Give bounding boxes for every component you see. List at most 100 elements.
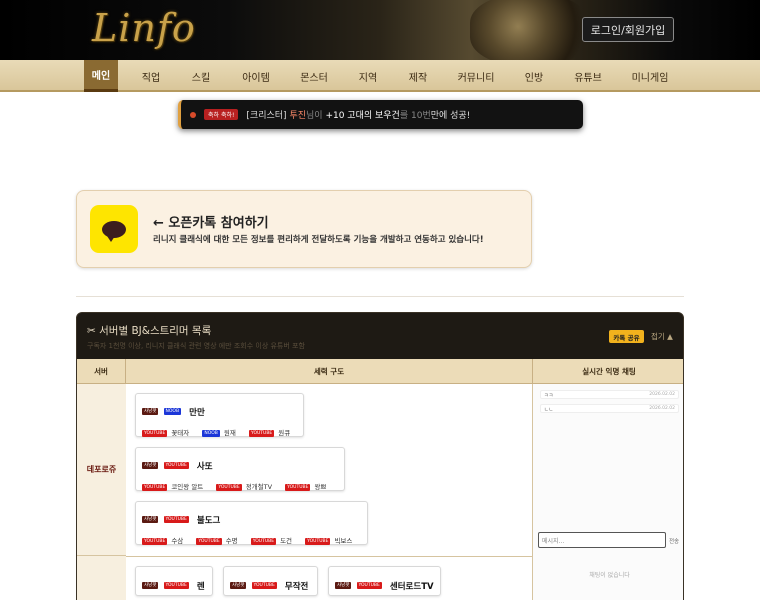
tag-badge: 사냥팟 xyxy=(142,516,159,523)
faction-member[interactable]: YOUTUBE 코인왕 알트 xyxy=(142,481,203,491)
faction-leader[interactable]: 무작전 xyxy=(285,582,308,592)
chat-send-button[interactable]: 전송 xyxy=(669,537,679,545)
chat-message-text: ㄴㄴ xyxy=(544,407,554,413)
member-name: 왕쁘 xyxy=(314,483,327,491)
member-name: 빅보스 xyxy=(334,537,353,545)
tag-badge: YOUTUBE xyxy=(196,537,222,545)
server-name: 데포로쥬 xyxy=(77,384,126,556)
nav-item-class[interactable]: 직업 xyxy=(134,60,168,92)
nav-item-youtube[interactable]: 유튜브 xyxy=(568,60,608,92)
tag-badge: 사냥팟 xyxy=(142,462,159,469)
faction-leader[interactable]: 센터로드TV xyxy=(390,582,434,592)
openchat-card[interactable]: ← 오픈카톡 참여하기 리니지 클래식에 대한 모든 정보를 편리하게 전달하도… xyxy=(76,190,532,268)
faction-member[interactable]: YOUTUBE 정개철TV xyxy=(216,481,272,491)
nav-item-minigame[interactable]: 미니게임 xyxy=(626,60,674,92)
member-name: 정개철TV xyxy=(245,483,273,491)
faction-card: 사냥팟 YOUTUBE 사또 YOUTUBE 코인왕 알트 YOUTUBE 정개철T… xyxy=(135,447,345,491)
tag-badge: YOUTUBE xyxy=(216,483,242,491)
ticker-tries: 10번 xyxy=(411,111,431,121)
section-divider xyxy=(76,296,684,297)
faction-member[interactable]: YOUTUBE 도건 xyxy=(250,535,293,545)
faction-member[interactable]: YOUTUBE 빅보스 xyxy=(305,535,352,545)
member-name: 꽃태자 xyxy=(171,429,190,437)
faction-card: 사냥팟 YOUTUBE 불도그 YOUTUBE 수삼 YOUTUBE 수명 YOUT… xyxy=(135,501,368,545)
panel-description: 구독자 1천명 이상, 리니지 클래식 관련 영상 에만 조회수 이상 유튜버 … xyxy=(87,342,305,350)
tag-badge: YOUTUBE xyxy=(163,462,189,469)
nav-item-community[interactable]: 커뮤니티 xyxy=(452,60,500,92)
member-name: 수삼 xyxy=(171,537,184,545)
nav-item-item[interactable]: 아이템 xyxy=(236,60,276,92)
chat-message: ㅋㅋ 2026.02.02 xyxy=(540,390,679,399)
ticker-server: [크리스터] xyxy=(246,111,287,121)
tag-badge: NOOB xyxy=(163,408,182,415)
row-separator xyxy=(126,556,532,557)
col-header-chat: 실시간 익명 채팅 xyxy=(532,359,683,384)
main-nav: 메인 직업 스킬 아이템 몬스터 지역 제작 커뮤니티 인방 유튜브 미니게임 xyxy=(0,60,760,92)
col-header-lineup: 세력 구도 xyxy=(126,359,532,384)
tag-badge: 사냥팟 xyxy=(142,582,159,589)
faction-card: 사냥팟 YOUTUBE 센터로드TV xyxy=(328,566,441,596)
faction-member[interactable]: YOUTUBE 왕쁘 xyxy=(285,481,326,491)
ticker-nim: 님이 xyxy=(306,111,323,121)
site-header: Linfo 로그인/회원가입 xyxy=(0,0,760,60)
tag-badge: YOUTUBE xyxy=(163,516,189,523)
chat-empty-text: 채팅이 없습니다 xyxy=(589,572,630,579)
faction-member[interactable]: NOOB 원재 xyxy=(202,427,236,437)
server-name xyxy=(77,556,126,600)
tag-badge: 사냥팟 xyxy=(230,582,247,589)
site-logo[interactable]: Linfo xyxy=(92,6,196,50)
col-header-server: 서버 xyxy=(77,359,126,384)
faction-member[interactable]: YOUTUBE 꽃태자 xyxy=(142,427,189,437)
tag-badge: YOUTUBE xyxy=(142,537,168,545)
header-art xyxy=(470,0,590,60)
faction-leader[interactable]: 사또 xyxy=(197,462,213,472)
tag-badge: NOOB xyxy=(202,429,220,437)
tag-badge: YOUTUBE xyxy=(250,537,277,545)
kakao-share-button[interactable]: 카톡 공유 xyxy=(609,330,644,343)
nav-item-stream[interactable]: 인방 xyxy=(518,60,550,92)
login-button[interactable]: 로그인/회원가입 xyxy=(582,17,674,42)
tag-badge: YOUTUBE xyxy=(163,582,189,589)
chat-message-time: 2026.02.02 xyxy=(649,392,675,397)
nav-item-craft[interactable]: 제작 xyxy=(402,60,434,92)
tag-badge: 사냥팟 xyxy=(335,582,352,589)
ticker-dot-icon xyxy=(190,111,196,118)
member-name: 도건 xyxy=(280,537,293,545)
chat-input[interactable]: 메시지... xyxy=(538,532,666,548)
faction-card: 사냥팟 YOUTUBE 렌 xyxy=(135,566,213,596)
nav-item-region[interactable]: 지역 xyxy=(352,60,384,92)
chat-column: ㅋㅋ 2026.02.02 ㄴㄴ 2026.02.02 메시지... 전송 채팅… xyxy=(532,384,683,600)
faction-member[interactable]: YOUTUBE 수명 xyxy=(196,535,238,545)
lineup-column: 사냥팟 NOOB 만만 YOUTUBE 꽃태자 NOOB 원재 YOUTUBE 원큐 … xyxy=(126,384,532,600)
nav-item-monster[interactable]: 몬스터 xyxy=(294,60,334,92)
faction-leader[interactable]: 불도그 xyxy=(197,516,220,526)
ticker-text: [크리스터] 투진님이 +10 고대의 보우건를 10번만에 성공! xyxy=(246,108,470,121)
tag-badge: YOUTUBE xyxy=(142,483,168,491)
tag-badge: YOUTUBE xyxy=(356,582,382,589)
achievement-ticker: 축하 축하! [크리스터] 투진님이 +10 고대의 보우건를 10번만에 성공… xyxy=(178,100,583,129)
chat-message: ㄴㄴ 2026.02.02 xyxy=(540,404,679,413)
server-column: 데포로쥬 xyxy=(77,384,126,600)
tag-badge: 사냥팟 xyxy=(142,408,159,415)
tag-badge: YOUTUBE xyxy=(285,483,311,491)
faction-leader[interactable]: 렌 xyxy=(197,582,205,592)
member-name: 원큐 xyxy=(278,429,291,437)
faction-member[interactable]: YOUTUBE 원큐 xyxy=(248,427,291,437)
panel-title: ✂ 서버별 BJ&스트리머 목록 xyxy=(87,325,212,337)
faction-card: 사냥팟 NOOB 만만 YOUTUBE 꽃태자 NOOB 원재 YOUTUBE 원큐 xyxy=(135,393,304,437)
tag-badge: YOUTUBE xyxy=(305,537,331,545)
openchat-title[interactable]: ← 오픈카톡 참여하기 xyxy=(153,212,269,231)
faction-leader[interactable]: 만만 xyxy=(189,408,205,418)
member-name: 원재 xyxy=(223,429,236,437)
member-name: 수명 xyxy=(225,537,238,545)
fold-button[interactable]: 접기 ▲ xyxy=(651,331,673,342)
ticker-badge: 축하 축하! xyxy=(204,109,239,120)
ticker-result: 만에 성공! xyxy=(430,111,471,121)
tag-badge: YOUTUBE xyxy=(248,429,275,437)
nav-item-skill[interactable]: 스킬 xyxy=(184,60,218,92)
streamer-panel: ✂ 서버별 BJ&스트리머 목록 구독자 1천명 이상, 리니지 클래식 관련 … xyxy=(76,312,684,600)
faction-member[interactable]: YOUTUBE 수삼 xyxy=(142,535,183,545)
tag-badge: YOUTUBE xyxy=(142,429,168,437)
nav-item-main[interactable]: 메인 xyxy=(84,60,118,92)
chat-message-time: 2026.02.02 xyxy=(649,406,675,411)
